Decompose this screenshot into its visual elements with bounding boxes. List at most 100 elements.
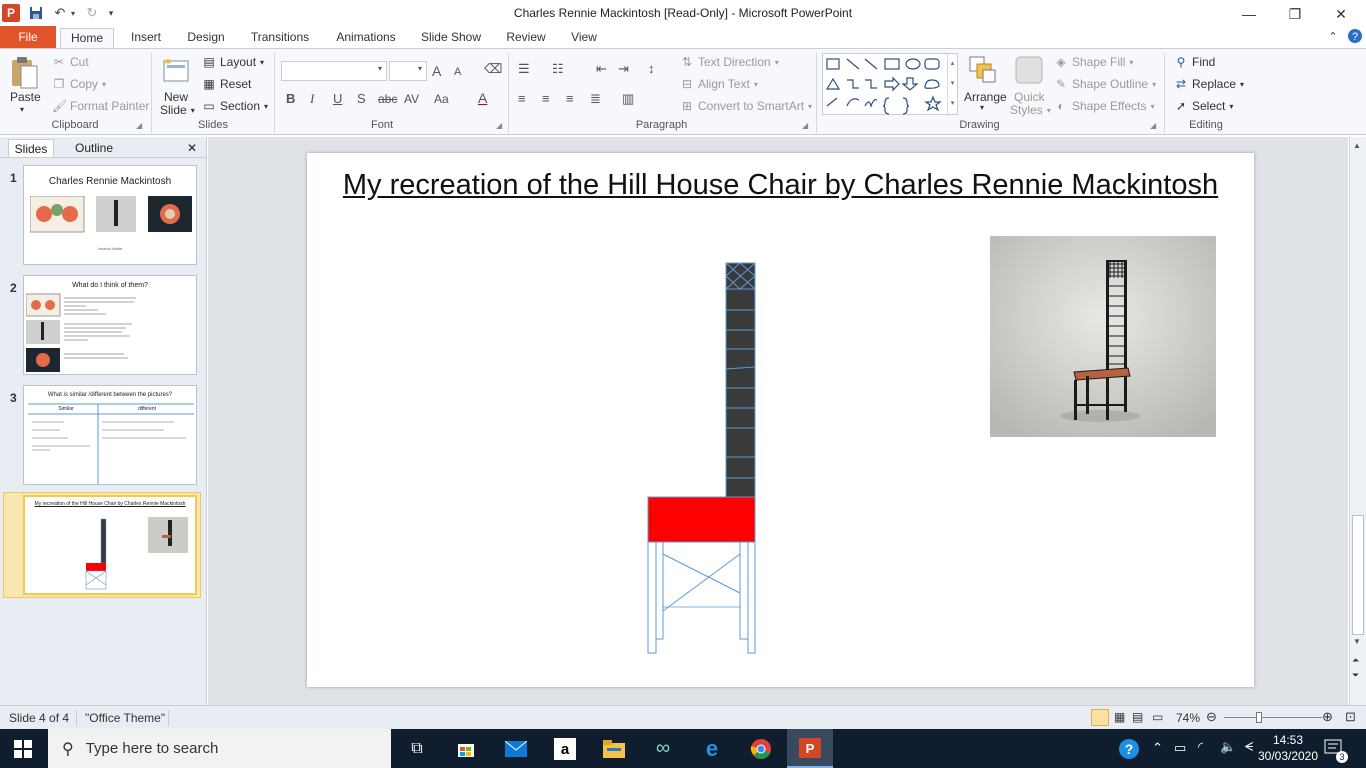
hill-house-chair-drawing[interactable] bbox=[637, 253, 757, 663]
decrease-indent-icon[interactable]: ⇤ bbox=[596, 61, 607, 77]
copy-button[interactable]: ❐ Copy ▾ bbox=[52, 77, 106, 91]
clear-formatting-icon[interactable]: ⌫ bbox=[484, 61, 502, 77]
close-button[interactable]: ✕ bbox=[1318, 2, 1364, 26]
zoom-slider-thumb[interactable] bbox=[1255, 712, 1262, 723]
reading-view-icon[interactable]: ▤ bbox=[1132, 710, 1143, 724]
shape-effects-button[interactable]: ◐ Shape Effects ▾ bbox=[1054, 99, 1154, 113]
vertical-scrollbar[interactable]: ▲ ▼ ⏶ ⏷ bbox=[1349, 137, 1366, 705]
align-text-button[interactable]: ⊟ Align Text ▾ bbox=[680, 77, 758, 91]
tab-home[interactable]: Home bbox=[60, 28, 114, 48]
volume-icon[interactable]: 🔈 bbox=[1220, 739, 1236, 755]
windows-start-icon[interactable] bbox=[0, 729, 46, 768]
paste-dropdown-icon[interactable]: ▾ bbox=[20, 105, 24, 114]
show-hidden-icons[interactable]: ⌃ bbox=[1152, 740, 1163, 756]
quick-styles-icon[interactable] bbox=[1012, 53, 1046, 87]
arrange-button[interactable]: Arrange bbox=[964, 90, 1007, 104]
align-left-icon[interactable]: ≡ bbox=[518, 91, 526, 106]
new-slide-button[interactable]: Slide ▾ bbox=[160, 103, 195, 117]
previous-slide-icon[interactable]: ⏶ bbox=[1352, 655, 1359, 666]
clipboard-launcher-icon[interactable]: ◢ bbox=[136, 121, 142, 130]
theme-name[interactable]: "Office Theme" bbox=[85, 711, 165, 725]
tab-file[interactable]: File bbox=[0, 26, 56, 48]
font-color-button[interactable]: A bbox=[478, 90, 487, 106]
replace-button[interactable]: ⇄ Replace ▾ bbox=[1174, 77, 1244, 91]
slide-canvas[interactable]: My recreation of the Hill House Chair by… bbox=[307, 153, 1254, 687]
paste-icon[interactable] bbox=[8, 55, 40, 91]
slide-thumbnail-1[interactable]: Charles Rennie Mackintosh Jessica Hutter bbox=[23, 165, 197, 265]
help-tray-icon[interactable]: ? bbox=[1118, 738, 1140, 763]
mail-icon[interactable] bbox=[493, 729, 539, 768]
slide-thumbnail-2[interactable]: What do I think of them? bbox=[23, 275, 197, 375]
bold-button[interactable]: B bbox=[286, 91, 295, 106]
grow-font-button[interactable]: A bbox=[432, 63, 441, 79]
tab-transitions[interactable]: Transitions bbox=[245, 28, 315, 48]
quick-styles-button[interactable]: Styles ▾ bbox=[1010, 103, 1051, 117]
scroll-up-icon[interactable]: ▲ bbox=[1353, 141, 1361, 150]
next-slide-icon[interactable]: ⏷ bbox=[1352, 670, 1359, 681]
zoom-slider[interactable] bbox=[1224, 717, 1322, 718]
arrange-dropdown-icon[interactable]: ▾ bbox=[980, 103, 984, 112]
char-spacing-button[interactable]: AV bbox=[404, 92, 419, 106]
minimize-button[interactable]: — bbox=[1226, 2, 1272, 26]
numbering-icon[interactable]: ☷ bbox=[552, 61, 564, 77]
tab-insert[interactable]: Insert bbox=[124, 28, 168, 48]
section-button[interactable]: ▭ Section ▾ bbox=[202, 99, 268, 113]
reset-button[interactable]: ▦ Reset bbox=[202, 77, 251, 91]
tab-review[interactable]: Review bbox=[502, 28, 550, 48]
align-right-icon[interactable]: ≡ bbox=[566, 91, 574, 106]
change-case-button[interactable]: Aa bbox=[434, 92, 449, 106]
shape-fill-button[interactable]: ◈ Shape Fill ▾ bbox=[1054, 55, 1133, 69]
tab-view[interactable]: View bbox=[564, 28, 604, 48]
infinity-app-icon[interactable]: ∞ bbox=[640, 729, 686, 768]
edge-icon[interactable]: e bbox=[689, 729, 735, 768]
slide-title[interactable]: My recreation of the Hill House Chair by… bbox=[307, 169, 1254, 202]
justify-icon[interactable]: ≣ bbox=[590, 91, 601, 107]
slideshow-view-icon[interactable]: ▭ bbox=[1152, 710, 1163, 724]
shadow-button[interactable]: S bbox=[357, 91, 366, 106]
font-launcher-icon[interactable]: ◢ bbox=[496, 121, 502, 130]
tab-outline-pane[interactable]: Outline bbox=[62, 139, 126, 157]
font-size-box[interactable]: ▾ bbox=[389, 61, 427, 81]
drawing-launcher-icon[interactable]: ◢ bbox=[1150, 121, 1156, 130]
scroll-thumb[interactable] bbox=[1352, 515, 1364, 635]
chrome-icon[interactable] bbox=[738, 729, 784, 768]
hill-house-chair-photo[interactable] bbox=[990, 236, 1216, 437]
zoom-in-button[interactable]: ⊕ bbox=[1322, 709, 1333, 725]
normal-view-button[interactable] bbox=[1091, 709, 1109, 726]
tab-slide-show[interactable]: Slide Show bbox=[416, 28, 486, 48]
collapse-ribbon-icon[interactable]: ⌃ bbox=[1324, 28, 1342, 48]
slide-thumbnail-3[interactable]: What is similar /different between the p… bbox=[23, 385, 197, 485]
store-icon[interactable] bbox=[443, 729, 489, 768]
close-pane-icon[interactable]: ✕ bbox=[184, 139, 200, 157]
clock-date[interactable]: 30/03/2020 bbox=[1256, 749, 1320, 763]
tab-slides-pane[interactable]: Slides bbox=[8, 139, 54, 157]
fit-to-window-icon[interactable]: ⊡ bbox=[1345, 709, 1356, 725]
bullets-icon[interactable]: ☰ bbox=[518, 61, 530, 77]
paragraph-launcher-icon[interactable]: ◢ bbox=[802, 121, 808, 130]
slide-thumbnail-4[interactable]: My recreation of the Hill House Chair by… bbox=[23, 495, 197, 595]
tab-animations[interactable]: Animations bbox=[330, 28, 402, 48]
wifi-icon[interactable]: ◜ bbox=[1198, 739, 1203, 755]
underline-button[interactable]: U bbox=[333, 91, 342, 106]
file-explorer-icon[interactable] bbox=[591, 729, 637, 768]
increase-indent-icon[interactable]: ⇥ bbox=[618, 61, 629, 77]
new-slide-icon[interactable]: ✶ bbox=[160, 55, 192, 87]
format-painter-button[interactable]: 🖌 Format Painter bbox=[52, 99, 149, 113]
strikethrough-button[interactable]: abc bbox=[378, 92, 397, 106]
text-direction-button[interactable]: ⇅ Text Direction ▾ bbox=[680, 55, 779, 69]
italic-button[interactable]: I bbox=[310, 91, 314, 107]
clock-time[interactable]: 14:53 bbox=[1266, 733, 1310, 747]
new-slide-label-1[interactable]: New bbox=[164, 90, 188, 104]
line-spacing-icon[interactable]: ↕ bbox=[648, 61, 655, 76]
font-name-box[interactable]: ▾ bbox=[281, 61, 387, 81]
language-icon[interactable]: ᗕ bbox=[1244, 739, 1253, 755]
taskbar-search-box[interactable]: ⚲ Type here to search bbox=[48, 729, 391, 768]
task-view-icon[interactable]: ⧉ bbox=[394, 729, 440, 768]
zoom-percentage[interactable]: 74% bbox=[1176, 711, 1200, 725]
restore-button[interactable]: ❐ bbox=[1272, 2, 1318, 26]
arrange-icon[interactable] bbox=[966, 53, 1000, 87]
help-icon[interactable]: ? bbox=[1346, 28, 1364, 48]
layout-button[interactable]: ▤ Layout ▾ bbox=[202, 55, 264, 69]
quick-styles-label-1[interactable]: Quick bbox=[1014, 90, 1045, 104]
amazon-icon[interactable]: a bbox=[542, 729, 588, 768]
